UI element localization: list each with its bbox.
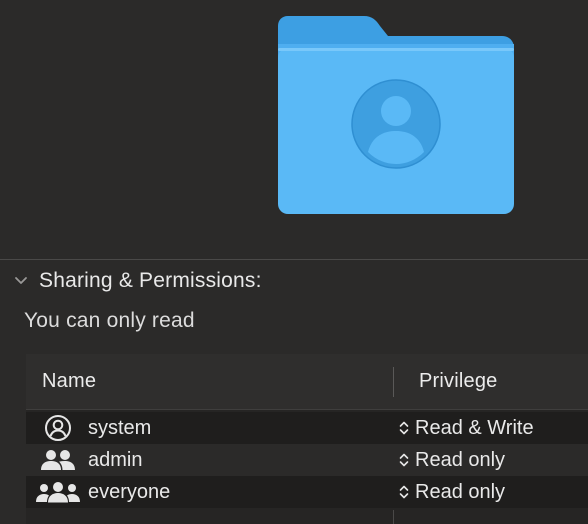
user-home-folder-icon <box>278 16 514 214</box>
group-users-icon <box>36 476 80 508</box>
table-row[interactable]: everyone Read only <box>26 476 588 508</box>
access-note: You can only read <box>24 309 195 332</box>
up-down-stepper-icon <box>398 419 410 437</box>
section-divider <box>0 259 588 260</box>
table-header: Name Privilege <box>26 354 588 410</box>
chevron-down-icon[interactable] <box>12 272 30 290</box>
column-separator[interactable] <box>393 367 394 397</box>
up-down-stepper-icon <box>398 451 410 469</box>
table-row[interactable]: admin Read only <box>26 444 588 476</box>
row-name: system <box>88 416 152 439</box>
row-name: everyone <box>88 480 171 503</box>
row-name: admin <box>88 448 143 471</box>
section-title: Sharing & Permissions: <box>39 269 262 292</box>
info-window-panel: Sharing & Permissions: You can only read… <box>0 0 588 524</box>
privilege-value: Read only <box>415 448 506 471</box>
column-header-name[interactable]: Name <box>42 354 96 409</box>
column-separator <box>393 510 394 524</box>
privilege-popup[interactable]: Read only <box>398 444 505 476</box>
permissions-table: Name Privilege system Read & Write admin… <box>26 354 588 524</box>
preview-area <box>0 0 588 259</box>
up-down-stepper-icon <box>398 483 410 501</box>
column-header-privilege[interactable]: Privilege <box>419 354 498 409</box>
two-users-icon <box>36 444 80 476</box>
single-user-icon <box>36 412 80 444</box>
privilege-popup[interactable]: Read only <box>398 476 505 508</box>
privilege-value: Read & Write <box>415 416 534 439</box>
sharing-permissions-header[interactable]: Sharing & Permissions: <box>12 266 262 296</box>
table-row[interactable]: system Read & Write <box>26 412 588 444</box>
privilege-value: Read only <box>415 480 506 503</box>
privilege-popup[interactable]: Read & Write <box>398 412 534 444</box>
